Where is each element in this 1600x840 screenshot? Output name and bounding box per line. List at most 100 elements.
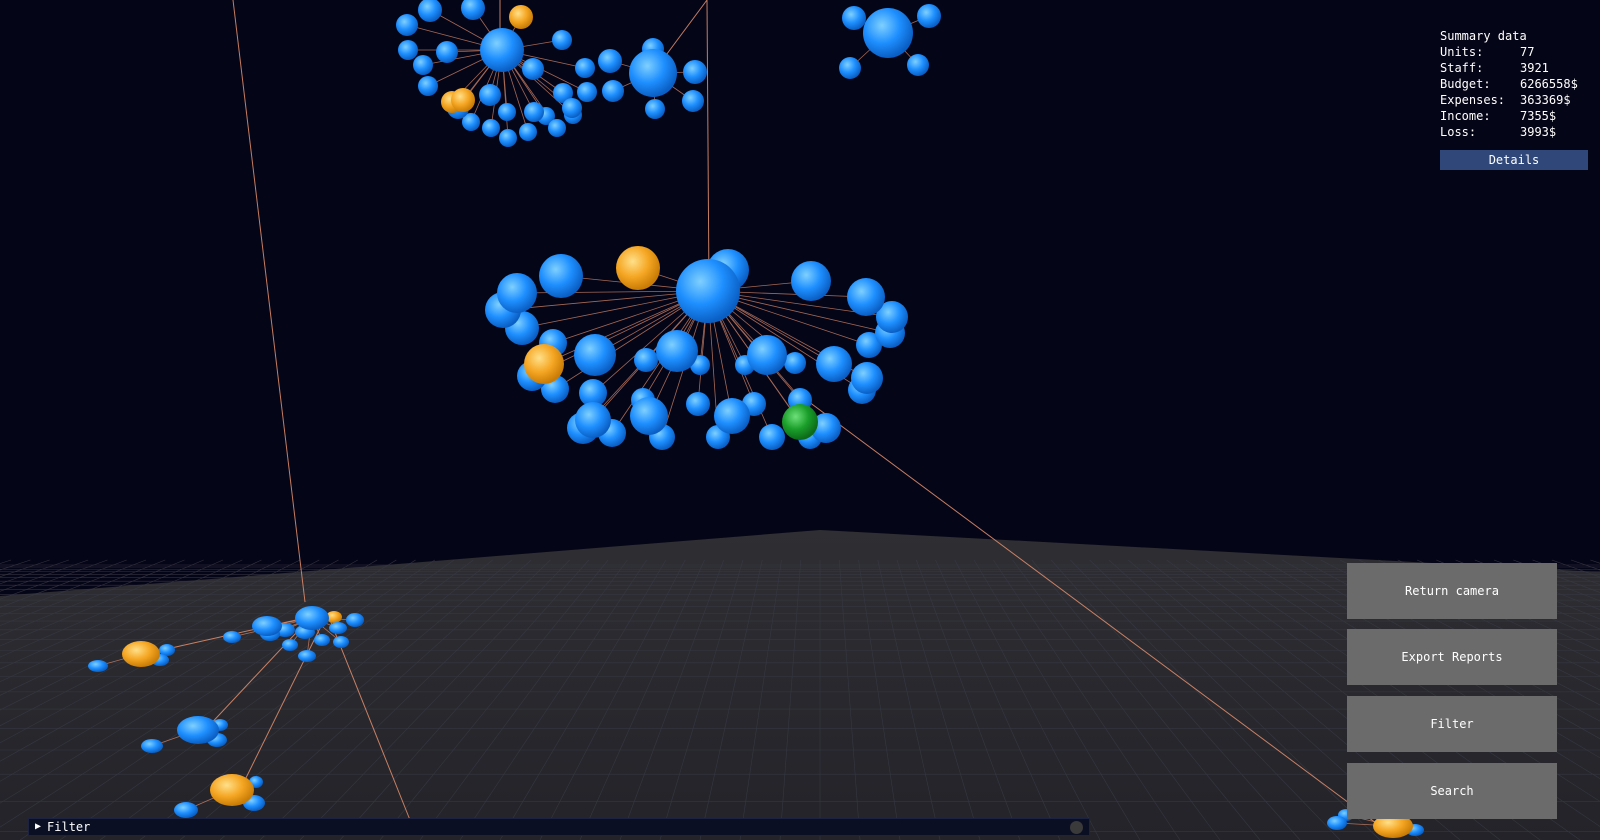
graph-node[interactable] bbox=[645, 99, 665, 119]
filter-bar-handle[interactable] bbox=[1070, 821, 1083, 834]
summary-panel: Summary data Units: 77 Staff: 3921 Budge… bbox=[1440, 28, 1588, 170]
graph-node[interactable] bbox=[598, 49, 622, 73]
graph-node[interactable] bbox=[480, 28, 524, 72]
graph-node[interactable] bbox=[577, 82, 597, 102]
graph-node[interactable] bbox=[177, 716, 219, 744]
graph-node[interactable] bbox=[686, 392, 710, 416]
graph-node[interactable] bbox=[498, 103, 516, 121]
graph-node[interactable] bbox=[252, 616, 282, 636]
graph-node[interactable] bbox=[333, 636, 349, 648]
graph-node[interactable] bbox=[418, 0, 442, 22]
summary-label: Units: bbox=[1440, 45, 1484, 59]
summary-value: 7355$ bbox=[1520, 109, 1557, 123]
cluster-main bbox=[485, 246, 908, 450]
summary-value: 77 bbox=[1520, 45, 1535, 59]
summary-value: 3921 bbox=[1520, 61, 1549, 75]
graph-node[interactable] bbox=[562, 98, 582, 118]
summary-row-loss: Loss: 3993$ bbox=[1440, 124, 1588, 140]
graph-node[interactable] bbox=[784, 352, 806, 374]
graph-node[interactable] bbox=[714, 398, 750, 434]
graph-node[interactable] bbox=[842, 6, 866, 30]
graph-node[interactable] bbox=[683, 60, 707, 84]
summary-label: Staff: bbox=[1440, 61, 1484, 75]
graph-node[interactable] bbox=[629, 49, 677, 97]
graph-node[interactable] bbox=[575, 58, 595, 78]
summary-row-budget: Budget: 6266558$ bbox=[1440, 76, 1588, 92]
details-button[interactable]: Details bbox=[1440, 150, 1588, 170]
graph-node[interactable] bbox=[314, 634, 330, 646]
graph-node[interactable] bbox=[88, 660, 108, 672]
graph-node[interactable] bbox=[329, 622, 347, 634]
graph-node[interactable] bbox=[574, 334, 616, 376]
graph-node[interactable] bbox=[210, 774, 254, 806]
return-camera-button[interactable]: Return camera bbox=[1347, 563, 1557, 619]
graph-node[interactable] bbox=[346, 613, 364, 627]
graph-node[interactable] bbox=[656, 330, 698, 372]
cluster-top-right bbox=[839, 4, 941, 79]
export-reports-button[interactable]: Export Reports bbox=[1347, 629, 1557, 685]
graph-node[interactable] bbox=[847, 278, 885, 316]
summary-label: Budget: bbox=[1440, 77, 1491, 91]
graph-node[interactable] bbox=[634, 348, 658, 372]
graph-node[interactable] bbox=[782, 404, 818, 440]
graph-node[interactable] bbox=[418, 76, 438, 96]
graph-node[interactable] bbox=[759, 424, 785, 450]
graph-node[interactable] bbox=[616, 246, 660, 290]
graph-node[interactable] bbox=[519, 123, 537, 141]
graph-node[interactable] bbox=[122, 641, 160, 667]
graph-node[interactable] bbox=[863, 8, 913, 58]
graph-node[interactable] bbox=[575, 402, 611, 438]
graph-node[interactable] bbox=[451, 88, 475, 112]
graph-node[interactable] bbox=[282, 639, 298, 651]
graph-node[interactable] bbox=[816, 346, 852, 382]
summary-title: Summary data bbox=[1440, 29, 1527, 43]
graph-node[interactable] bbox=[295, 606, 329, 630]
graph-node[interactable] bbox=[682, 90, 704, 112]
graph-node[interactable] bbox=[791, 261, 831, 301]
graph-node[interactable] bbox=[602, 80, 624, 102]
filter-button[interactable]: Filter bbox=[1347, 696, 1557, 752]
filter-bar[interactable]: ▶ Filter bbox=[28, 818, 1090, 836]
graph-node[interactable] bbox=[524, 102, 544, 122]
graph-node[interactable] bbox=[524, 344, 564, 384]
summary-row-units: Units: 77 bbox=[1440, 44, 1588, 60]
graph-node[interactable] bbox=[851, 362, 883, 394]
graph-node[interactable] bbox=[479, 84, 501, 106]
graph-node[interactable] bbox=[839, 57, 861, 79]
graph-node[interactable] bbox=[174, 802, 198, 818]
graph-node[interactable] bbox=[436, 41, 458, 63]
graph-node[interactable] bbox=[482, 119, 500, 137]
graph-node[interactable] bbox=[522, 58, 544, 80]
graph-node[interactable] bbox=[223, 631, 241, 643]
cluster-top-left bbox=[396, 0, 597, 147]
filter-bar-label: Filter bbox=[47, 820, 91, 834]
graph-node[interactable] bbox=[497, 273, 537, 313]
graph-node[interactable] bbox=[747, 335, 787, 375]
expand-arrow-icon[interactable]: ▶ bbox=[35, 818, 41, 836]
graph-node[interactable] bbox=[548, 119, 566, 137]
graph-node[interactable] bbox=[907, 54, 929, 76]
graph-node[interactable] bbox=[141, 739, 163, 753]
summary-value: 3993$ bbox=[1520, 125, 1557, 139]
graph-node[interactable] bbox=[917, 4, 941, 28]
summary-label: Loss: bbox=[1440, 125, 1477, 139]
cluster-top-middle bbox=[598, 38, 707, 119]
graph-node[interactable] bbox=[1327, 816, 1347, 830]
graph-node[interactable] bbox=[396, 14, 418, 36]
graph-node[interactable] bbox=[630, 397, 668, 435]
summary-value: 6266558$ bbox=[1520, 77, 1578, 91]
graph-node[interactable] bbox=[676, 259, 740, 323]
summary-label: Income: bbox=[1440, 109, 1491, 123]
graph-node[interactable] bbox=[509, 5, 533, 29]
summary-value: 363369$ bbox=[1520, 93, 1571, 107]
graph-node[interactable] bbox=[552, 30, 572, 50]
graph-node[interactable] bbox=[413, 55, 433, 75]
graph-node[interactable] bbox=[298, 650, 316, 662]
graph-node[interactable] bbox=[461, 0, 485, 20]
graph-node[interactable] bbox=[499, 129, 517, 147]
search-button[interactable]: Search bbox=[1347, 763, 1557, 819]
summary-row-income: Income: 7355$ bbox=[1440, 108, 1588, 124]
summary-label: Expenses: bbox=[1440, 93, 1506, 107]
graph-node[interactable] bbox=[398, 40, 418, 60]
graph-node[interactable] bbox=[539, 254, 583, 298]
